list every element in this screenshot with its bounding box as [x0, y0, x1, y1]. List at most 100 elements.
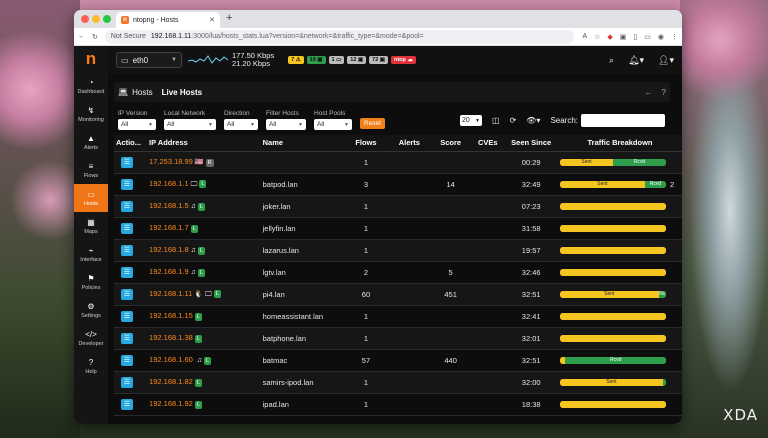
breadcrumb-hosts[interactable]: Hosts — [132, 88, 152, 97]
host-ip-link[interactable]: 192.168.1.9 — [149, 267, 189, 276]
user-icon[interactable]: 👤︎▾ — [658, 55, 674, 66]
search-input[interactable] — [581, 114, 666, 127]
sidebar-item-maps[interactable]: ▦ Maps — [74, 212, 108, 240]
host-ip-link[interactable]: 192.168.1.15 — [149, 311, 193, 320]
new-tab-icon[interactable]: + — [226, 12, 232, 24]
status-badge[interactable]: 12 ▣ — [347, 56, 367, 64]
visibility-icon[interactable]: 👁︎▾ — [526, 116, 540, 125]
table-row[interactable]: ☰ 17.253.18.99 🇺🇸 R 1 00:29 Sent Rcvd — [114, 151, 682, 174]
status-badge[interactable]: 19 ▣ — [306, 56, 326, 64]
row-action-button[interactable]: ☰ — [121, 266, 133, 278]
name-cell: joker.lan — [260, 195, 344, 218]
row-action-button[interactable]: ☰ — [121, 398, 133, 410]
table-row[interactable]: ☰ 192.168.1.82 Lsamirs-ipod.lan 1 32:00 Sent — [114, 371, 682, 394]
filter-select[interactable]: All ▼ — [164, 119, 216, 130]
row-action-button[interactable]: ☰ — [121, 332, 133, 344]
column-header[interactable]: Score — [429, 135, 472, 152]
notifications-icon[interactable]: 🔔︎▾ — [628, 55, 644, 66]
host-ip-link[interactable]: 192.168.1.8 — [149, 245, 189, 254]
filter-select[interactable]: All ▼ — [314, 119, 352, 130]
column-header[interactable]: Traffic Breakdown — [558, 135, 682, 152]
sidebar-icon[interactable]: ▯ — [633, 33, 637, 41]
row-action-button[interactable]: ☰ — [121, 200, 133, 212]
host-ip-link[interactable]: 192.168.1.11 — [149, 289, 192, 298]
filter-select[interactable]: All ▼ — [224, 119, 258, 130]
sidebar-item-alerts[interactable]: ▲ Alerts — [74, 128, 108, 156]
column-header[interactable]: Flows — [343, 135, 389, 152]
table-row[interactable]: ☰ 192.168.1.8 ♫ Llazarus.lan 1 19:57 — [114, 239, 682, 262]
table-row[interactable]: ☰ 192.168.1.38 Lbatphone.lan 1 32:01 — [114, 327, 682, 350]
table-row[interactable]: ☰ 192.168.1.9 ♫ Llgtv.lan 2 5 32:46 — [114, 261, 682, 284]
menu-icon[interactable]: ⋮ — [671, 33, 678, 41]
reset-button[interactable]: Reset — [360, 118, 385, 129]
refresh-icon[interactable]: ⟳ — [510, 116, 517, 125]
host-ip-link[interactable]: 17.253.18.99 — [149, 157, 193, 166]
row-action-button[interactable]: ☰ — [121, 354, 133, 366]
reader-icon[interactable]: A — [582, 33, 587, 41]
sidebar-item-dashboard[interactable]: ◔ Dashboard — [74, 72, 108, 100]
column-header[interactable]: CVEs — [471, 135, 505, 152]
interface-selector[interactable]: ▭ eth0 ▼ — [116, 52, 182, 68]
table-row[interactable]: ☰ 192.168.1.92 Lipad.lan 1 18:38 — [114, 393, 682, 416]
sidebar-item-interface[interactable]: ⌁ Interface — [74, 240, 108, 268]
search-icon[interactable]: ⌕ — [609, 55, 614, 66]
url-field[interactable]: Not Secure 192.168.1.11 :3000/lua/hosts_… — [104, 29, 575, 44]
column-header[interactable]: Actio... — [114, 135, 148, 152]
reload-icon[interactable]: ↻ — [92, 33, 98, 41]
table-row[interactable]: ☰ 192.168.1.11 🐧 🖵 Lpi4.lan 60 451 32:51 Sent Rc — [114, 283, 682, 306]
wallet-icon[interactable]: ▭ — [644, 33, 651, 41]
host-ip-link[interactable]: 192.168.1.5 — [149, 201, 189, 210]
row-action-button[interactable]: ☰ — [121, 156, 133, 168]
status-badge[interactable]: 7 ⚠ — [288, 56, 304, 64]
host-ip-link[interactable]: 192.168.1.1 — [149, 179, 189, 188]
column-header[interactable]: IP Address — [147, 135, 261, 152]
sidebar-item-flows[interactable]: ≡ Flows — [74, 156, 108, 184]
host-ip-link[interactable]: 192.168.1.82 — [149, 377, 193, 386]
close-window-button[interactable] — [81, 15, 89, 23]
table-row[interactable]: ☰ 192.168.1.7 Ljellyfin.lan 1 31:58 — [114, 217, 682, 240]
row-action-button[interactable]: ☰ — [121, 310, 133, 322]
sidebar-item-policies[interactable]: ⚑ Policies — [74, 268, 108, 296]
sidebar-item-help[interactable]: ? Help — [74, 352, 108, 380]
host-ip-link[interactable]: 192.168.1.92 — [149, 399, 193, 408]
shield-icon[interactable]: ◆ — [607, 33, 612, 41]
table-row[interactable]: ☰ 192.168.1.1 🖵 Lbatpod.lan 3 14 32:49 Sent Rcvd… — [114, 173, 682, 196]
column-header[interactable]: Name — [260, 135, 344, 152]
bookmark-icon[interactable]: ☆ — [594, 33, 600, 41]
row-action-button[interactable]: ☰ — [121, 244, 133, 256]
columns-icon[interactable]: ◫ — [492, 116, 500, 125]
table-row[interactable]: ☰ 192.168.1.5 ♫ Ljoker.lan 1 07:23 — [114, 195, 682, 218]
filter-select[interactable]: All ▼ — [118, 119, 156, 130]
sidebar-item-developer[interactable]: </> Developer — [74, 324, 108, 352]
browser-tab[interactable]: n ntopng - Hosts ✕ — [116, 12, 220, 28]
host-ip-link[interactable]: 192.168.1.38 — [149, 333, 193, 342]
sidebar-item-monitoring[interactable]: ↯ Monitoring — [74, 100, 108, 128]
back-icon[interactable]: ← — [78, 33, 85, 40]
filter-select[interactable]: All ▼ — [266, 119, 306, 130]
table-row[interactable]: ☰ 192.168.1.15 Lhomeassistant.lan 1 32:41 — [114, 305, 682, 328]
host-ip-link[interactable]: 192.168.1.60 — [149, 355, 193, 364]
close-tab-icon[interactable]: ✕ — [209, 16, 215, 24]
status-badge[interactable]: ntop ☁ — [390, 56, 416, 64]
back-arrow-icon[interactable]: ← — [645, 88, 653, 97]
page-size-select[interactable]: 20 ▼ — [460, 115, 482, 126]
column-header[interactable]: Seen Since — [504, 135, 559, 152]
zoom-window-button[interactable] — [103, 15, 111, 23]
column-header[interactable]: Alerts — [388, 135, 430, 152]
row-action-button[interactable]: ☰ — [121, 288, 133, 300]
profile-icon[interactable]: ◉ — [658, 33, 664, 41]
status-badge[interactable]: 1 ▭ — [328, 56, 345, 64]
ntop-logo[interactable]: n — [74, 46, 108, 72]
sidebar-item-settings[interactable]: ⚙ Settings — [74, 296, 108, 324]
host-ip-link[interactable]: 192.168.1.7 — [149, 223, 189, 232]
row-action-button[interactable]: ☰ — [121, 222, 133, 234]
row-action-button[interactable]: ☰ — [121, 178, 133, 190]
ip-cell: 192.168.1.8 ♫ L — [147, 239, 261, 262]
sidebar-item-hosts[interactable]: ▭ Hosts — [74, 184, 108, 212]
help-icon[interactable]: ? — [662, 88, 666, 97]
table-row[interactable]: ☰ 192.168.1.60 ♫ Lbatmac 57 440 32:51 Rcvd — [114, 349, 682, 372]
extension-icon[interactable]: ▣ — [620, 33, 627, 41]
minimize-window-button[interactable] — [92, 15, 100, 23]
status-badge[interactable]: 72 ▣ — [369, 56, 388, 64]
row-action-button[interactable]: ☰ — [121, 376, 133, 388]
